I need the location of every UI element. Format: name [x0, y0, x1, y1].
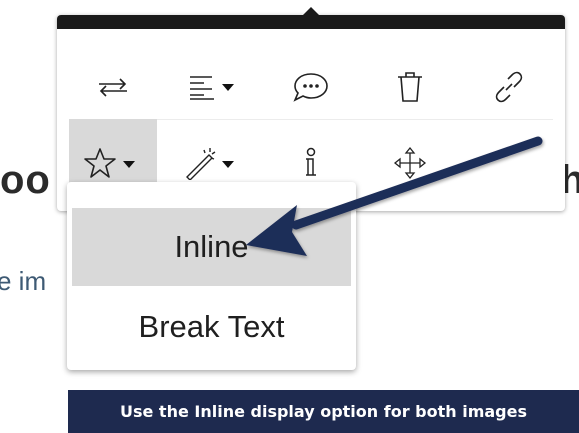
align-dropdown-button[interactable] — [168, 43, 256, 131]
delete-trash-icon — [398, 72, 422, 102]
caption-text: Use the Inline display option for both i… — [119, 402, 527, 421]
alt-text-info-icon — [306, 147, 316, 176]
replace-image-icon — [99, 78, 127, 97]
dropdown-item-inline[interactable]: Inline — [72, 208, 351, 286]
align-dropdown-icon — [190, 76, 234, 100]
magic-wand-dropdown-icon — [186, 148, 234, 180]
toolbar-top-bar — [57, 15, 565, 29]
replace-image-button[interactable] — [69, 43, 157, 131]
toolbar-row-1 — [57, 43, 565, 131]
display-dropdown-menu: Inline Break Text — [67, 182, 356, 370]
instruction-caption: Use the Inline display option for both i… — [68, 390, 579, 433]
dropdown-item-break-text[interactable]: Break Text — [72, 288, 351, 366]
link-button[interactable] — [465, 43, 553, 131]
background-paragraph-fragment: e im — [0, 266, 47, 296]
caption-comment-icon — [293, 73, 328, 102]
background-heading-fragment: oo — [0, 158, 51, 202]
star-display-dropdown-icon — [84, 148, 135, 178]
move-button[interactable] — [366, 119, 454, 207]
delete-button[interactable] — [366, 43, 454, 131]
link-icon — [495, 71, 523, 103]
caption-button[interactable] — [267, 43, 355, 131]
move-arrows-icon — [393, 146, 427, 180]
